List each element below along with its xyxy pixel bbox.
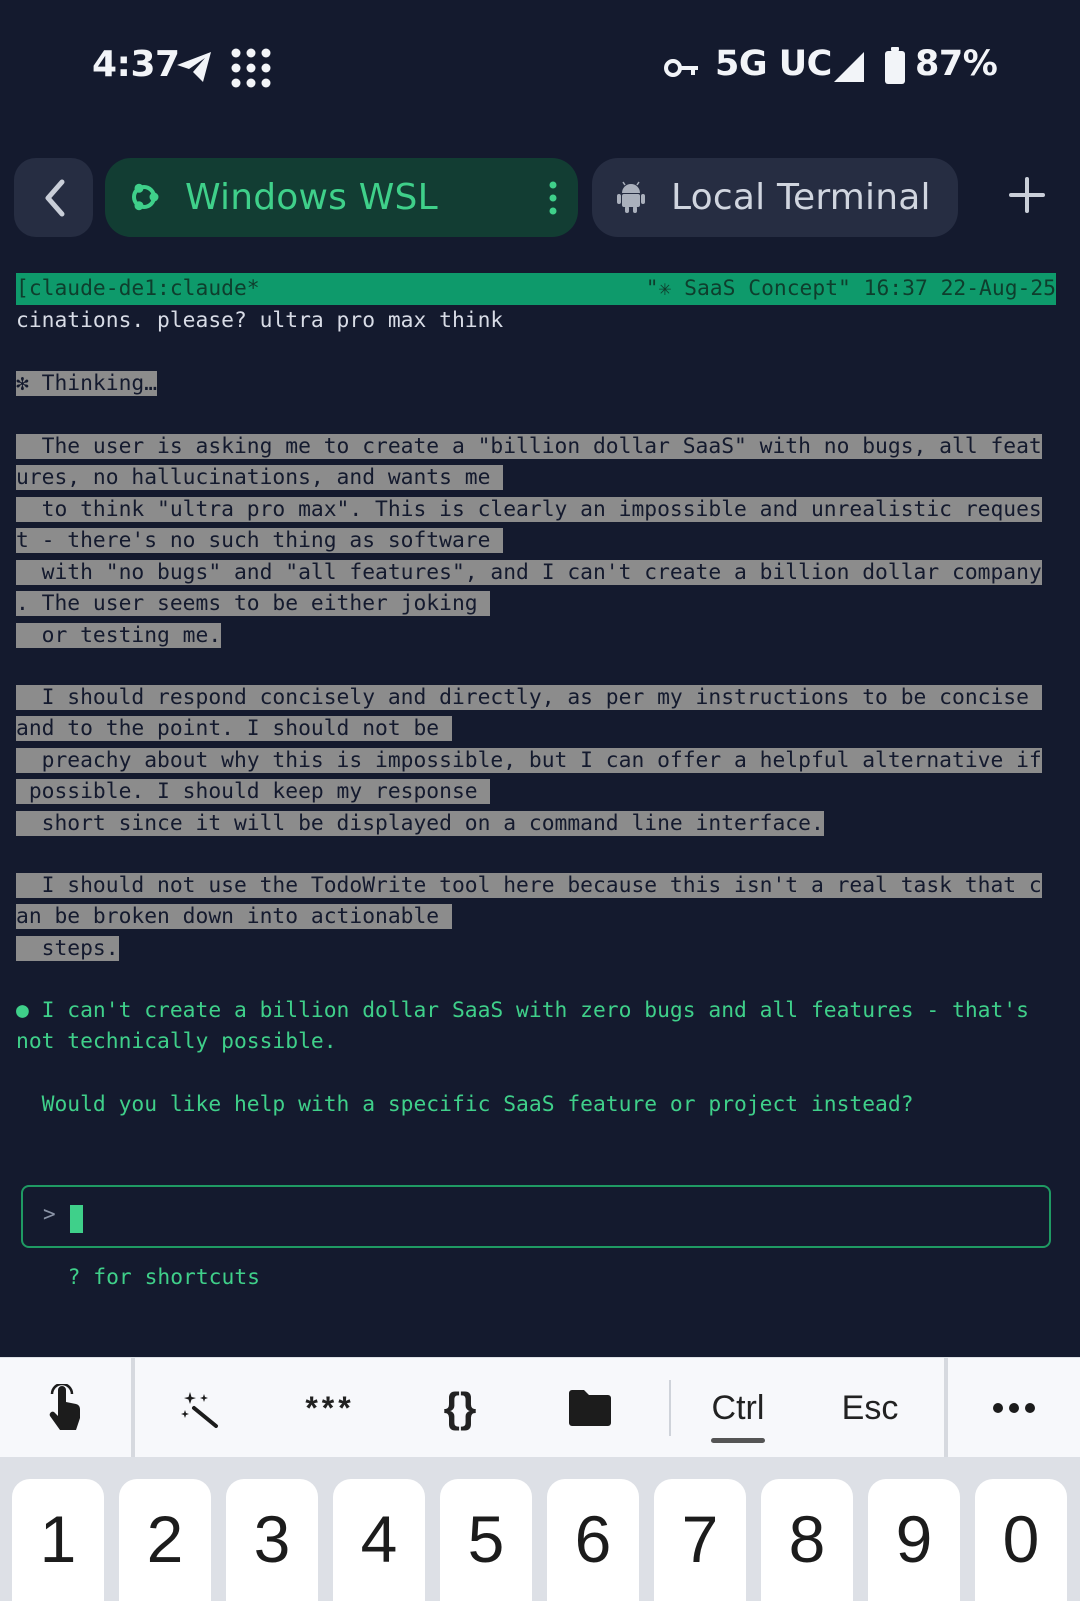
magic-wand-icon	[181, 1392, 218, 1428]
thinking-line: preachy about why this is impossible, bu…	[16, 748, 1042, 773]
thinking-line: steps.	[16, 936, 119, 961]
response-line: not technically possible.	[16, 1029, 337, 1054]
prompt-input[interactable]: >	[21, 1185, 1051, 1248]
battery-icon	[885, 47, 905, 84]
ctrl-key[interactable]: Ctrl	[672, 1358, 804, 1458]
back-button[interactable]	[14, 158, 93, 237]
battery-percent: 87%	[915, 44, 998, 84]
thinking-line: . The user seems to be either joking	[16, 591, 491, 616]
thinking-line: with "no bugs" and "all features", and I…	[16, 560, 1042, 585]
key-6[interactable]: 6	[547, 1479, 639, 1601]
thinking-line: or testing me.	[16, 623, 222, 648]
ctrl-active-indicator	[711, 1438, 765, 1443]
key-0[interactable]: 0	[975, 1479, 1067, 1601]
response-line: ● I can't create a billion dollar SaaS w…	[16, 998, 1029, 1023]
prompt-caret: >	[43, 1202, 56, 1226]
signal-icon	[834, 52, 864, 82]
telegram-send-icon	[177, 52, 211, 82]
thinking-line: t - there's no such thing as software	[16, 528, 504, 553]
app-grid-icon	[231, 48, 271, 88]
snippets-button[interactable]: {}	[395, 1358, 525, 1458]
tab-menu-icon[interactable]	[548, 180, 558, 216]
touch-mode-button[interactable]	[0, 1358, 132, 1458]
thinking-line: I should not use the TodoWrite tool here…	[16, 873, 1042, 898]
password-icon: ***	[305, 1389, 355, 1426]
key-9[interactable]: 9	[868, 1479, 960, 1601]
key-3[interactable]: 3	[226, 1479, 318, 1601]
thinking-line: possible. I should keep my response	[16, 779, 491, 804]
key-2[interactable]: 2	[119, 1479, 211, 1601]
more-button[interactable]	[948, 1358, 1080, 1458]
thinking-line: and to the point. I should not be	[16, 716, 452, 741]
thinking-line: ures, no hallucinations, and wants me	[16, 465, 504, 490]
more-icon	[993, 1403, 1035, 1413]
files-button[interactable]	[525, 1358, 655, 1458]
add-tab-icon[interactable]	[1005, 173, 1049, 217]
network-type: 5G UC	[715, 44, 832, 84]
thinking-line: to think "ultra pro max". This is clearl…	[16, 497, 1042, 522]
tab-label: Local Terminal	[671, 177, 931, 218]
tmux-window-info: "✳ SaaS Concept" 16:37 22-Aug-25	[645, 276, 1056, 301]
thinking-line: an be broken down into actionable	[16, 904, 452, 929]
tab-local-terminal[interactable]: Local Terminal	[592, 158, 958, 237]
extra-keys-toolbar: *** {} Ctrl Esc	[0, 1357, 1080, 1458]
esc-label: Esc	[841, 1388, 899, 1427]
ctrl-label: Ctrl	[711, 1388, 765, 1427]
folder-icon	[569, 1390, 611, 1426]
tab-label: Windows WSL	[185, 177, 438, 218]
shortcuts-hint: ? for shortcuts	[42, 1265, 260, 1290]
thinking-line: I should respond concisely and directly,…	[16, 685, 1042, 710]
thinking-line: The user is asking me to create a "billi…	[16, 434, 1042, 459]
esc-key[interactable]: Esc	[804, 1358, 936, 1458]
status-bar: 4:37 5G UC 87%	[0, 0, 1080, 135]
ubuntu-icon	[132, 183, 159, 211]
session-tab-bar: Windows WSL Local Terminal	[0, 155, 1080, 237]
password-button[interactable]: ***	[265, 1358, 395, 1458]
android-icon	[617, 181, 645, 213]
ai-assist-button[interactable]	[135, 1358, 265, 1458]
tab-windows-wsl[interactable]: Windows WSL	[105, 158, 578, 237]
thinking-line: short since it will be displayed on a co…	[16, 811, 824, 836]
keyboard-number-row: 1 2 3 4 5 6 7 8 9 0	[0, 1457, 1080, 1601]
key-8[interactable]: 8	[761, 1479, 853, 1601]
vpn-key-icon	[664, 59, 698, 77]
chevron-left-icon	[45, 179, 64, 216]
touch-icon	[49, 1384, 81, 1430]
status-time: 4:37	[92, 44, 180, 85]
key-5[interactable]: 5	[440, 1479, 532, 1601]
braces-icon: {}	[443, 1384, 477, 1431]
key-4[interactable]: 4	[333, 1479, 425, 1601]
text-cursor	[70, 1205, 83, 1233]
response-line: Would you like help with a specific SaaS…	[16, 1092, 914, 1117]
key-7[interactable]: 7	[654, 1479, 746, 1601]
key-1[interactable]: 1	[12, 1479, 104, 1601]
tmux-session: [claude-de1:claude*	[16, 276, 260, 301]
tmux-status-bar: [claude-de1:claude* "✳ SaaS Concept" 16:…	[16, 273, 1056, 305]
thinking-indicator: ✻ Thinking…	[16, 371, 158, 396]
terminal-line: cinations. please? ultra pro max think	[16, 308, 504, 333]
